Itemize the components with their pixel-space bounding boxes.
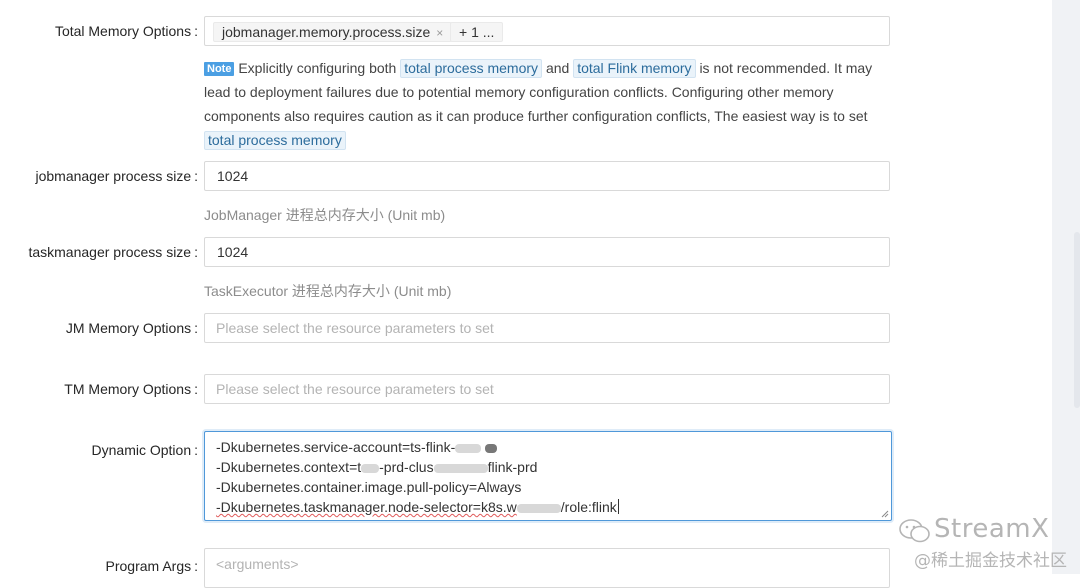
redacted-text (455, 443, 482, 453)
more-count-label: + 1 ... (459, 24, 495, 40)
jm-memory-options-label: JM Memory Options: (65, 320, 198, 336)
textarea-placeholder: <arguments> (216, 556, 299, 572)
note-text: and (545, 60, 570, 76)
selected-option-tag: jobmanager.memory.process.size × (213, 22, 453, 42)
redacted-text (361, 463, 380, 473)
note-text: Explicitly configuring both (238, 60, 397, 76)
note-badge: Note (204, 62, 235, 76)
select-placeholder: Please select the resource parameters to… (216, 381, 494, 397)
memory-note: Note Explicitly configuring both total p… (204, 56, 890, 152)
program-args-label: Program Args: (105, 558, 198, 574)
taskmanager-process-size-label: taskmanager process size: (28, 244, 198, 260)
code-total-process-memory: total process memory (400, 59, 543, 78)
input-value: 1024 (217, 244, 249, 260)
total-memory-options-select[interactable]: jobmanager.memory.process.size × + 1 ... (204, 16, 890, 46)
watermark-sub: @稀土掘金技术社区 (914, 551, 1067, 571)
tag-label: jobmanager.memory.process.size (222, 24, 431, 40)
select-placeholder: Please select the resource parameters to… (216, 320, 494, 336)
wechat-icon (899, 519, 930, 543)
textarea-line: -Dkubernetes.container.image.pull-policy… (216, 479, 522, 495)
textarea-line: -Dkubernetes.service-account=ts-flink- (216, 437, 498, 457)
redacted-text (485, 443, 498, 453)
dynamic-option-textarea[interactable]: -Dkubernetes.service-account=ts-flink- -… (204, 431, 892, 521)
redacted-text (433, 463, 488, 473)
taskmanager-process-size-help: TaskExecutor 进程总内存大小 (Unit mb) (204, 283, 452, 299)
textarea-line: -Dkubernetes.taskmanager.node-selector=k… (216, 499, 619, 515)
code-total-process-memory-2: total process memory (204, 131, 346, 150)
watermark: StreamX @稀土掘金技术社区 (896, 514, 1076, 571)
tm-memory-options-select[interactable]: Please select the resource parameters to… (204, 374, 890, 404)
jobmanager-process-size-input[interactable]: 1024 (204, 161, 890, 191)
code-total-flink-memory: total Flink memory (573, 59, 696, 78)
resize-handle-icon[interactable] (881, 510, 889, 518)
page-scrollbar-thumb[interactable] (1074, 232, 1080, 408)
watermark-brand: StreamX (934, 514, 1050, 544)
redacted-text (516, 503, 561, 513)
tm-memory-options-label: TM Memory Options: (64, 381, 198, 397)
taskmanager-process-size-input[interactable]: 1024 (204, 237, 890, 267)
jm-memory-options-select[interactable]: Please select the resource parameters to… (204, 313, 890, 343)
tag-close-icon[interactable]: × (436, 26, 443, 40)
more-options-tag: + 1 ... (450, 22, 504, 42)
input-value: 1024 (217, 168, 249, 184)
jobmanager-process-size-help: JobManager 进程总内存大小 (Unit mb) (204, 207, 446, 223)
jobmanager-process-size-label: jobmanager process size: (35, 168, 198, 184)
total-memory-options-label: Total Memory Options: (54, 23, 198, 39)
textarea-line: -Dkubernetes.context=t -prd-clus flink-prd (216, 459, 538, 475)
program-args-textarea[interactable]: <arguments> (204, 548, 890, 588)
dynamic-option-label: Dynamic Option: (91, 442, 198, 458)
text-caret (617, 499, 619, 514)
